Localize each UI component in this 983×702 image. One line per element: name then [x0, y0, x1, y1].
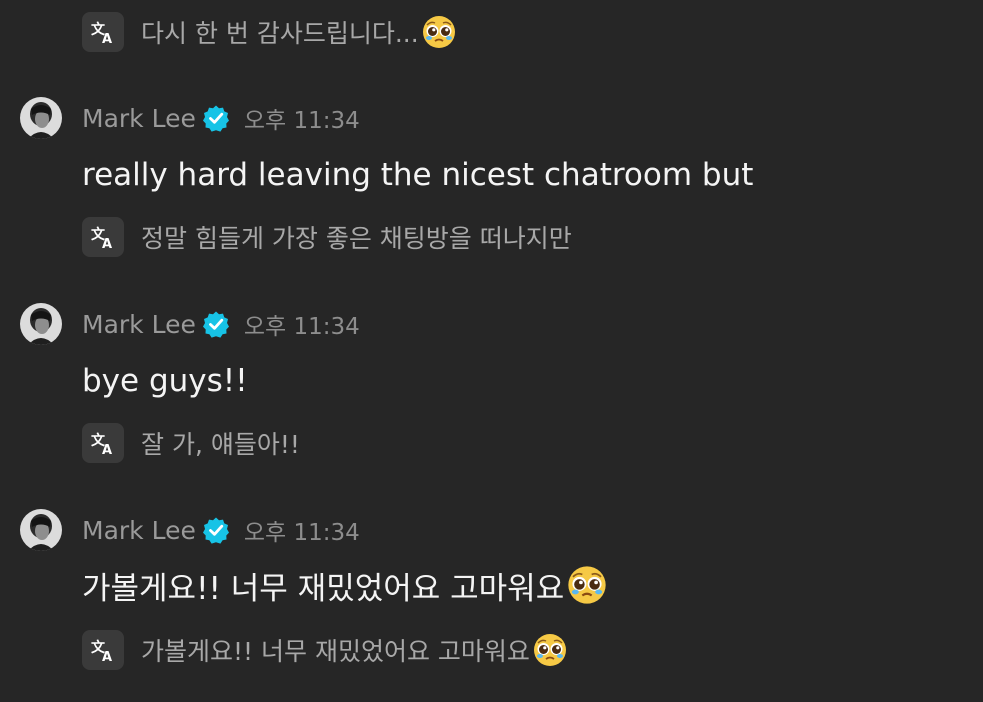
timestamp: 오후 11:34 — [243, 314, 360, 340]
verified-badge-icon — [202, 310, 230, 338]
verified-badge-icon — [202, 104, 230, 132]
avatar[interactable] — [20, 303, 62, 345]
pleading-face-emoji — [532, 632, 568, 668]
message-text-content: 가볼게요!! 너무 재밌었어요 고마워요 — [82, 570, 565, 607]
translation-text-content: 정말 힘들게 가장 좋은 채팅방을 떠나지만 — [141, 224, 572, 253]
svg-text:A: A — [102, 32, 112, 45]
message-text-content: really hard leaving the nicest chatroom … — [82, 157, 754, 193]
message-text: bye guys!! — [82, 360, 248, 402]
translation-row: 文 A 가볼게요!! 너무 재밌었어요 고마워요 — [82, 630, 568, 670]
timestamp: 오후 11:34 — [243, 108, 360, 134]
svg-text:A: A — [102, 237, 112, 250]
translation-text: 잘 가, 얘들아!! — [141, 425, 300, 461]
translate-icon[interactable]: 文 A — [82, 217, 124, 257]
translate-icon[interactable]: 文 A — [82, 12, 124, 52]
chat-messages: 文 A 다시 한 번 감사드립니다... Mark Lee 오후 11:34 r… — [0, 0, 983, 702]
timestamp: 오후 11:34 — [243, 520, 360, 546]
pleading-face-emoji — [421, 14, 457, 50]
translation-text-content: 다시 한 번 감사드립니다... — [141, 19, 419, 48]
message-header: Mark Lee 오후 11:34 — [20, 303, 360, 345]
message-header: Mark Lee 오후 11:34 — [20, 97, 360, 139]
translation-row: 文 A 다시 한 번 감사드립니다... — [82, 12, 457, 52]
svg-text:A: A — [102, 650, 112, 663]
avatar[interactable] — [20, 97, 62, 139]
translate-icon[interactable]: 文 A — [82, 630, 124, 670]
translation-text: 정말 힘들게 가장 좋은 채팅방을 떠나지만 — [141, 219, 572, 255]
author-name[interactable]: Mark Lee — [82, 104, 196, 133]
message-text: 가볼게요!! 너무 재밌었어요 고마워요 — [82, 564, 608, 607]
svg-text:A: A — [102, 443, 112, 456]
translate-icon[interactable]: 文 A — [82, 423, 124, 463]
message-text: really hard leaving the nicest chatroom … — [82, 154, 753, 196]
translation-text: 가볼게요!! 너무 재밌었어요 고마워요 — [141, 632, 568, 668]
translation-row: 文 A 정말 힘들게 가장 좋은 채팅방을 떠나지만 — [82, 217, 572, 257]
message-header: Mark Lee 오후 11:34 — [20, 509, 360, 551]
message-text-content: bye guys!! — [82, 363, 248, 399]
avatar[interactable] — [20, 509, 62, 551]
translation-text-content: 가볼게요!! 너무 재밌었어요 고마워요 — [141, 637, 530, 666]
pleading-face-emoji — [566, 564, 608, 606]
translation-text-content: 잘 가, 얘들아!! — [141, 430, 300, 459]
author-name[interactable]: Mark Lee — [82, 310, 196, 339]
verified-badge-icon — [202, 516, 230, 544]
translation-row: 文 A 잘 가, 얘들아!! — [82, 423, 300, 463]
author-name[interactable]: Mark Lee — [82, 516, 196, 545]
translation-text: 다시 한 번 감사드립니다... — [141, 14, 457, 50]
